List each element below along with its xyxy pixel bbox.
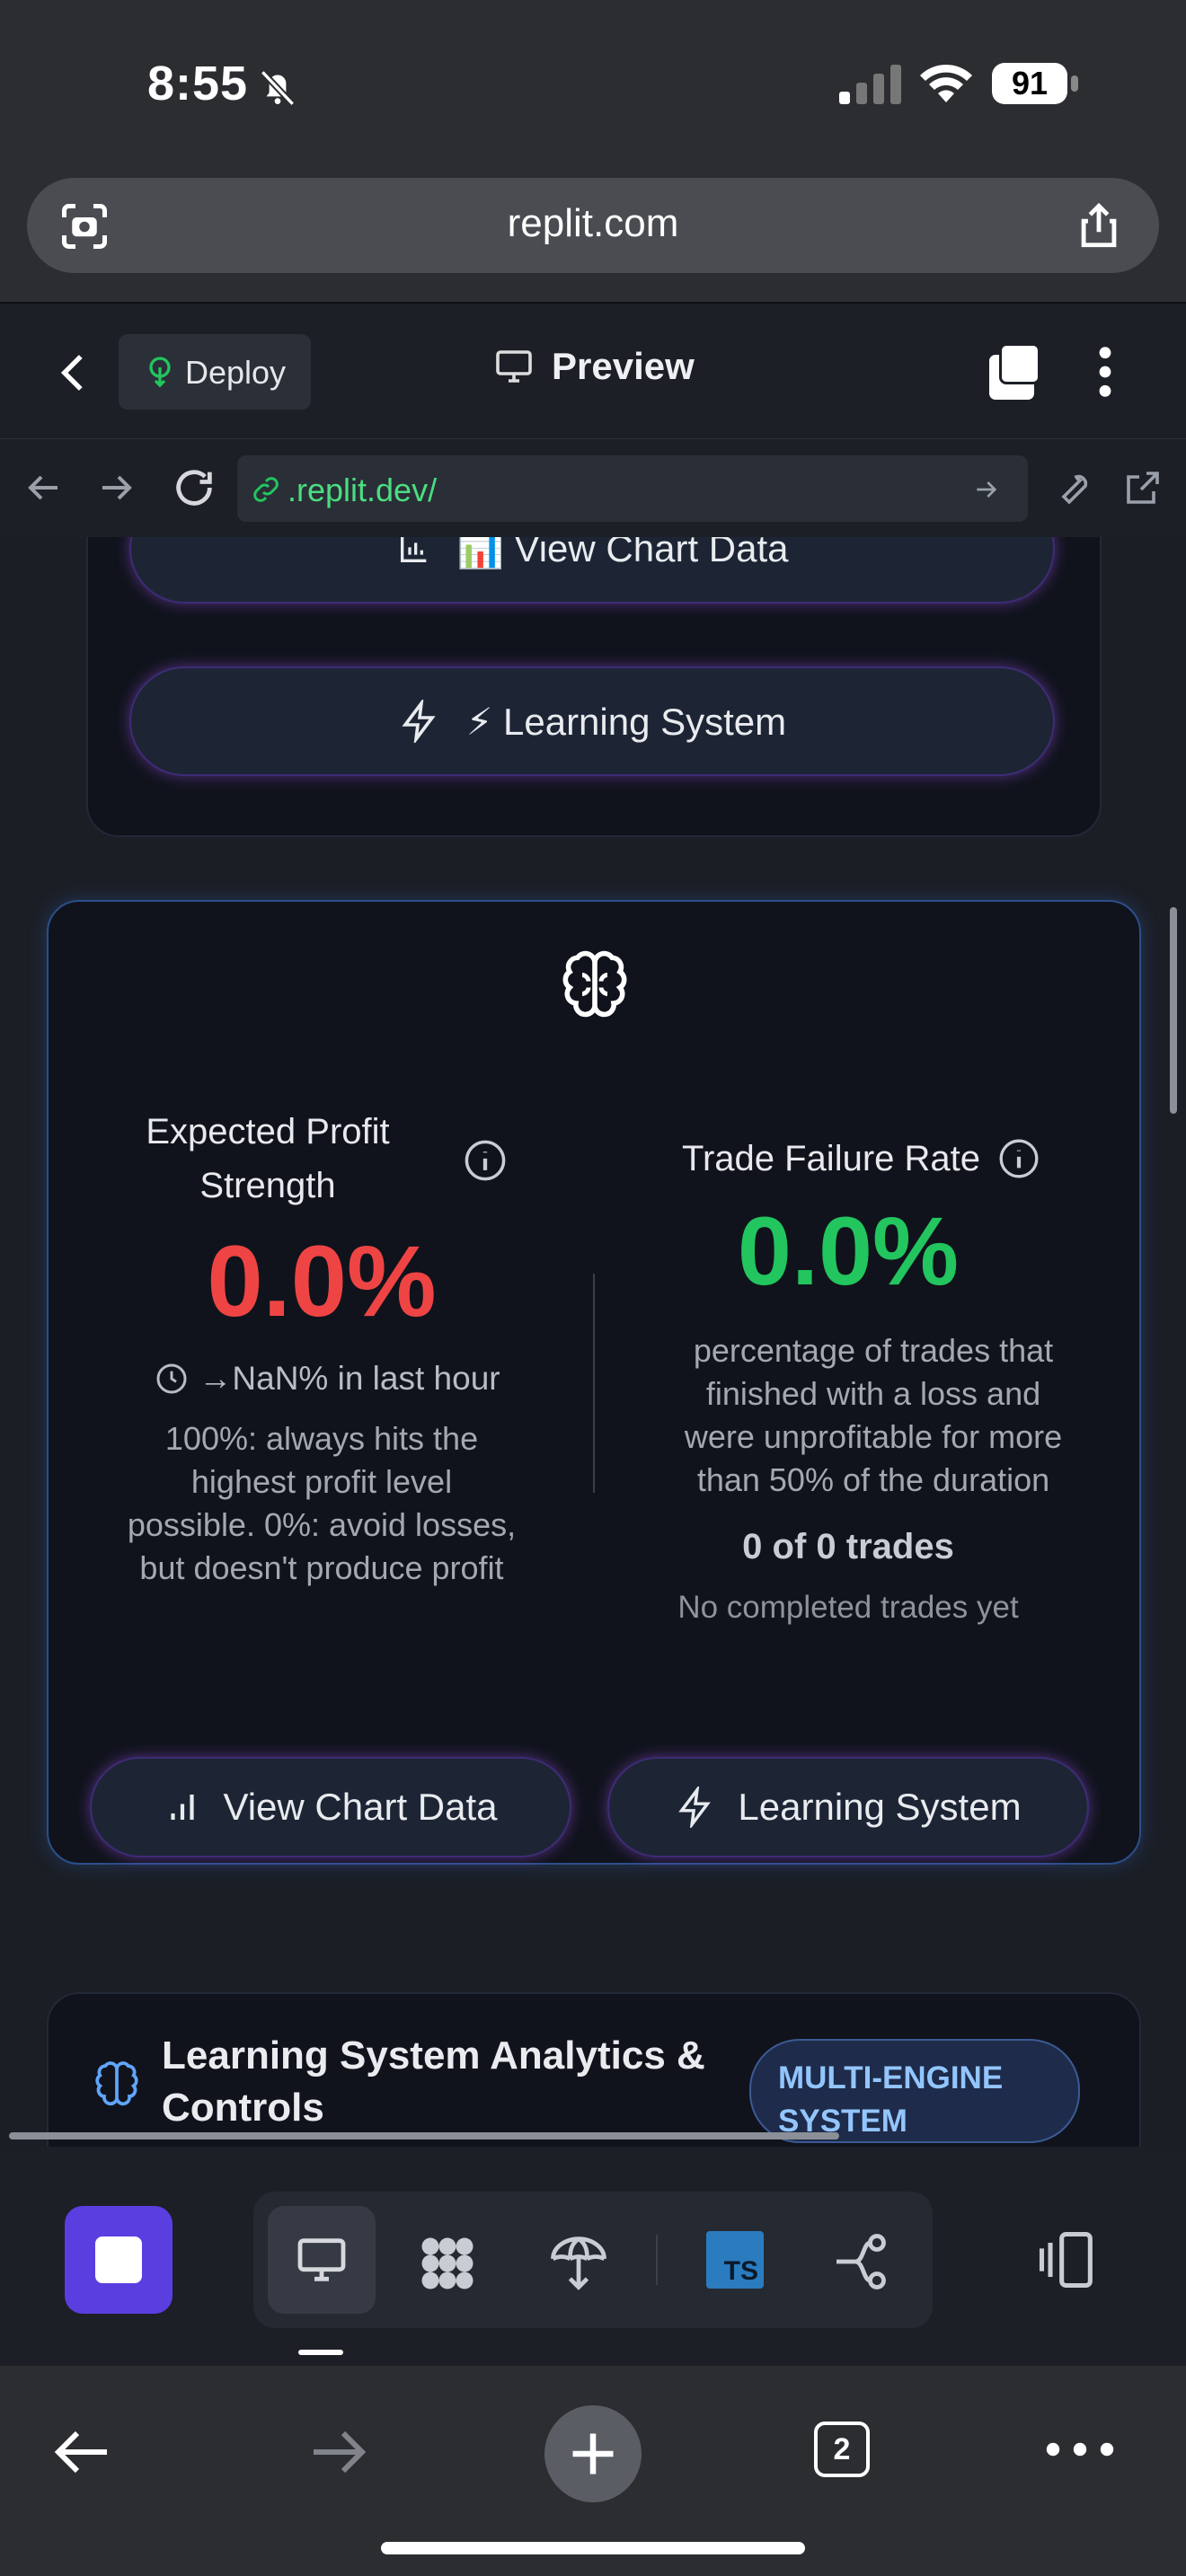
failure-value: 0.0% (737, 1196, 960, 1305)
profit-description: 100%: always hits the highest profit lev… (127, 1420, 517, 1586)
info-icon[interactable] (996, 1136, 1041, 1181)
info-icon[interactable] (462, 1137, 509, 1184)
bell-off-icon (260, 69, 296, 107)
badge-text: MULTI-ENGINE SYSTEM (778, 2060, 1004, 2139)
safari-url-bar[interactable]: replit.com (27, 178, 1159, 273)
more-horizontal-icon[interactable] (1044, 2436, 1116, 2463)
profit-value: 0.0% (207, 1225, 437, 1337)
battery-tip (1071, 75, 1078, 92)
new-tab-button[interactable] (544, 2405, 642, 2502)
layout-toggle-icon[interactable] (1033, 2226, 1102, 2294)
view-chart-data-button[interactable]: View Chart Data (90, 1757, 571, 1857)
back-chevron-icon[interactable] (50, 348, 99, 397)
lightning-icon (402, 700, 436, 743)
trades-note: No completed trades yet (677, 1590, 1019, 1625)
tool-tabs: TS (253, 2192, 933, 2328)
view-chart-data-button-top[interactable]: 📊 View Chart Data (129, 537, 1055, 604)
bar-chart-icon (171, 1795, 195, 1820)
tab-count: 2 (833, 2432, 851, 2466)
horizontal-scrollbar[interactable] (9, 2132, 839, 2139)
typescript-icon[interactable]: TS (706, 2231, 764, 2289)
plus-icon (572, 2433, 614, 2475)
go-arrow-icon[interactable] (972, 475, 1001, 504)
external-link-icon[interactable] (1121, 466, 1164, 509)
webview-toolbar: .replit.dev/ (0, 438, 1186, 538)
agent-icon[interactable] (413, 2229, 482, 2298)
wrench-icon[interactable] (1051, 466, 1094, 509)
learning-system-button-top[interactable]: ⚡ Learning System (129, 666, 1055, 776)
vertical-scrollbar[interactable] (1170, 907, 1177, 1114)
nav-back-icon[interactable] (22, 466, 65, 509)
address-domain: .replit.dev/ (288, 472, 438, 508)
metric-divider (593, 1274, 595, 1493)
stop-icon (95, 2236, 142, 2283)
battery-level: 91 (1011, 65, 1049, 101)
clock-icon (156, 1363, 187, 1394)
safari-back-icon[interactable] (50, 2420, 115, 2484)
profit-change-text: →NaN% in last hour (199, 1360, 500, 1397)
safari-toolbar: 2 (0, 2366, 1186, 2576)
failure-title: Trade Failure Rate (682, 1138, 980, 1178)
bar-chart-icon (400, 537, 426, 562)
lightning-icon (678, 1786, 712, 1828)
deploy-icon (149, 357, 171, 388)
view-chart-data-label: 📊 View Chart Data (456, 537, 789, 569)
address-text[interactable]: .replit.dev/ (288, 472, 437, 509)
learning-system-button[interactable]: Learning System (607, 1757, 1089, 1857)
tabs-overview-button[interactable]: 2 (814, 2422, 870, 2477)
home-indicator (381, 2542, 805, 2554)
profit-title: Expected Profit Strength (146, 1112, 390, 1205)
brain-icon (562, 950, 627, 1018)
tab-divider (656, 2235, 658, 2285)
address-field[interactable]: .replit.dev/ (237, 455, 1028, 522)
app-content: 📊 View Chart Data ⚡ Learning System Expe… (0, 537, 1186, 2147)
preview-title[interactable]: Preview (552, 345, 695, 388)
wifi-icon (920, 64, 972, 102)
view-chart-data-label: View Chart Data (223, 1786, 498, 1828)
deployments-icon[interactable] (544, 2228, 613, 2296)
profit-change: →NaN% in last hour (120, 1356, 534, 1401)
safari-url-text[interactable]: replit.com (27, 201, 1159, 246)
safari-forward-icon[interactable] (305, 2420, 370, 2484)
deploy-button[interactable]: Deploy (119, 334, 311, 410)
analytics-card: Learning System Analytics & Controls MUL… (47, 1992, 1141, 2147)
top-card: 📊 View Chart Data ⚡ Learning System (86, 537, 1102, 837)
metrics-card: Expected Profit Strength 0.0% →NaN% in l… (47, 900, 1141, 1865)
multi-engine-badge: MULTI-ENGINE SYSTEM (749, 2039, 1080, 2143)
stop-button[interactable] (65, 2206, 173, 2314)
signal-icon (839, 65, 901, 104)
replit-tool-dock: TS (0, 2147, 1186, 2366)
battery-icon: 91 (992, 63, 1067, 104)
trade-count: 0 of 0 trades (742, 1527, 954, 1566)
nav-forward-icon[interactable] (95, 466, 138, 509)
replit-header: Deploy Preview (0, 302, 1186, 440)
monitor-icon (496, 350, 532, 383)
status-bar: 8:55 91 replit.com (0, 0, 1186, 273)
git-branch-icon[interactable] (828, 2229, 893, 2294)
monitor-icon (297, 2238, 346, 2281)
more-vertical-icon[interactable] (1087, 343, 1123, 401)
analytics-title: Learning System Analytics & Controls (162, 2033, 705, 2130)
tab-preview[interactable] (268, 2206, 376, 2314)
failure-title-row: Trade Failure Rate (624, 1132, 1100, 1186)
learning-system-label: ⚡ Learning System (465, 700, 787, 743)
deploy-label: Deploy (185, 354, 287, 391)
share-icon[interactable] (1073, 199, 1125, 251)
failure-description: percentage of trades that finished with … (684, 1332, 1063, 1498)
learning-system-label: Learning System (738, 1786, 1022, 1828)
link-icon (253, 477, 279, 502)
reload-icon[interactable] (171, 464, 217, 511)
tabs-icon[interactable] (983, 343, 1040, 402)
clock: 8:55 (147, 57, 249, 110)
brain-icon (95, 2061, 138, 2106)
active-tab-indicator (298, 2350, 343, 2355)
